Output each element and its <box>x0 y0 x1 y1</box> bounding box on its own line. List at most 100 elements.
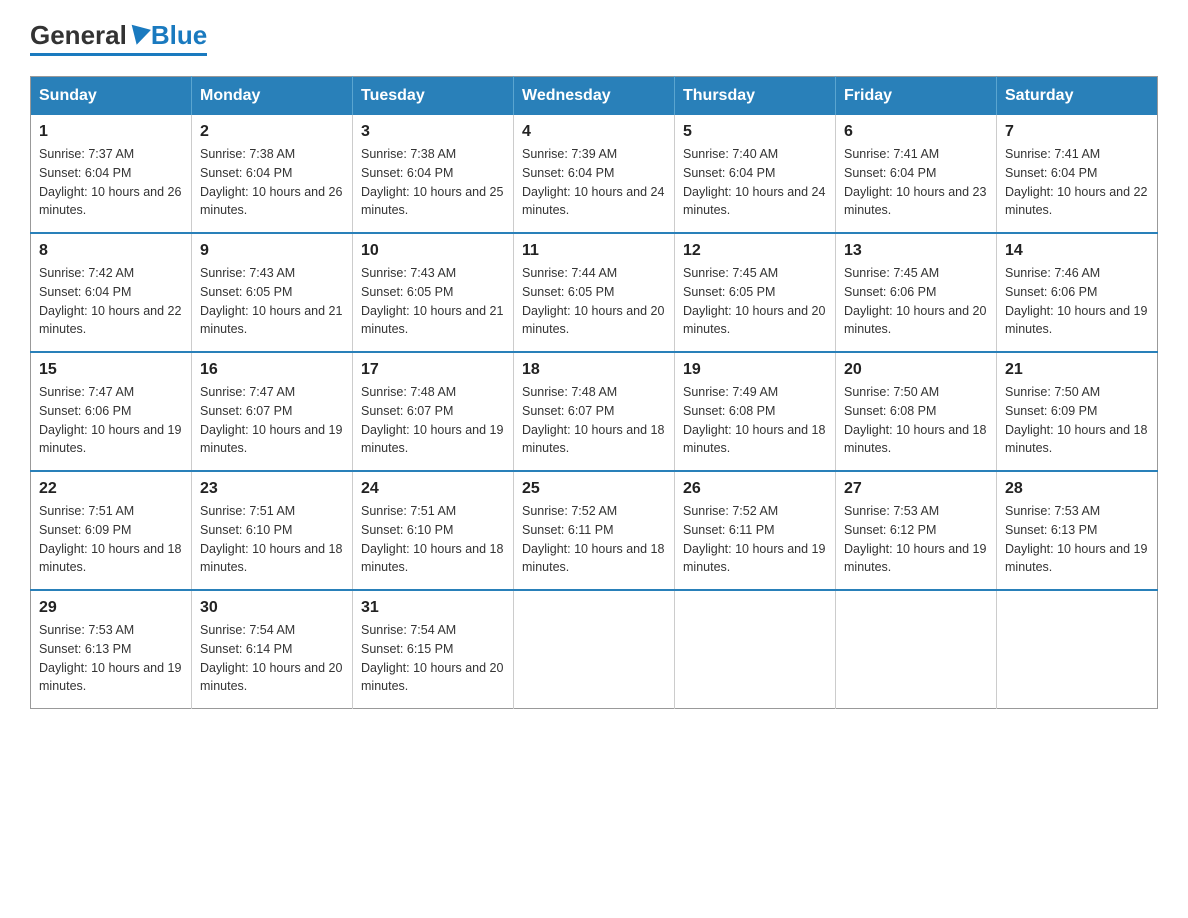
calendar-cell: 5 Sunrise: 7:40 AM Sunset: 6:04 PM Dayli… <box>675 115 836 233</box>
calendar-cell: 31 Sunrise: 7:54 AM Sunset: 6:15 PM Dayl… <box>353 590 514 709</box>
calendar-cell: 3 Sunrise: 7:38 AM Sunset: 6:04 PM Dayli… <box>353 115 514 233</box>
day-number: 2 <box>200 123 344 141</box>
day-number: 31 <box>361 599 505 617</box>
day-number: 8 <box>39 242 183 260</box>
weekday-header-tuesday: Tuesday <box>353 77 514 116</box>
day-info: Sunrise: 7:49 AM Sunset: 6:08 PM Dayligh… <box>683 383 827 458</box>
day-info: Sunrise: 7:47 AM Sunset: 6:06 PM Dayligh… <box>39 383 183 458</box>
day-number: 18 <box>522 361 666 379</box>
day-number: 15 <box>39 361 183 379</box>
calendar-cell <box>514 590 675 709</box>
day-info: Sunrise: 7:43 AM Sunset: 6:05 PM Dayligh… <box>361 264 505 339</box>
day-info: Sunrise: 7:53 AM Sunset: 6:13 PM Dayligh… <box>39 621 183 696</box>
day-number: 9 <box>200 242 344 260</box>
calendar-cell: 20 Sunrise: 7:50 AM Sunset: 6:08 PM Dayl… <box>836 352 997 471</box>
calendar-cell: 27 Sunrise: 7:53 AM Sunset: 6:12 PM Dayl… <box>836 471 997 590</box>
day-number: 3 <box>361 123 505 141</box>
calendar-cell: 26 Sunrise: 7:52 AM Sunset: 6:11 PM Dayl… <box>675 471 836 590</box>
day-info: Sunrise: 7:52 AM Sunset: 6:11 PM Dayligh… <box>683 502 827 577</box>
weekday-header-thursday: Thursday <box>675 77 836 116</box>
day-info: Sunrise: 7:50 AM Sunset: 6:09 PM Dayligh… <box>1005 383 1149 458</box>
day-info: Sunrise: 7:42 AM Sunset: 6:04 PM Dayligh… <box>39 264 183 339</box>
day-info: Sunrise: 7:46 AM Sunset: 6:06 PM Dayligh… <box>1005 264 1149 339</box>
day-info: Sunrise: 7:43 AM Sunset: 6:05 PM Dayligh… <box>200 264 344 339</box>
logo: General Blue <box>30 20 207 56</box>
day-info: Sunrise: 7:51 AM Sunset: 6:10 PM Dayligh… <box>200 502 344 577</box>
day-info: Sunrise: 7:45 AM Sunset: 6:06 PM Dayligh… <box>844 264 988 339</box>
day-info: Sunrise: 7:48 AM Sunset: 6:07 PM Dayligh… <box>361 383 505 458</box>
day-number: 13 <box>844 242 988 260</box>
day-info: Sunrise: 7:39 AM Sunset: 6:04 PM Dayligh… <box>522 145 666 220</box>
calendar-week-row: 29 Sunrise: 7:53 AM Sunset: 6:13 PM Dayl… <box>31 590 1158 709</box>
day-number: 17 <box>361 361 505 379</box>
calendar-cell: 2 Sunrise: 7:38 AM Sunset: 6:04 PM Dayli… <box>192 115 353 233</box>
day-number: 29 <box>39 599 183 617</box>
calendar-cell: 18 Sunrise: 7:48 AM Sunset: 6:07 PM Dayl… <box>514 352 675 471</box>
day-info: Sunrise: 7:53 AM Sunset: 6:12 PM Dayligh… <box>844 502 988 577</box>
logo-underline <box>30 53 207 56</box>
logo-triangle-icon <box>127 24 151 47</box>
calendar-week-row: 15 Sunrise: 7:47 AM Sunset: 6:06 PM Dayl… <box>31 352 1158 471</box>
day-info: Sunrise: 7:44 AM Sunset: 6:05 PM Dayligh… <box>522 264 666 339</box>
calendar-cell: 28 Sunrise: 7:53 AM Sunset: 6:13 PM Dayl… <box>997 471 1158 590</box>
calendar-cell: 15 Sunrise: 7:47 AM Sunset: 6:06 PM Dayl… <box>31 352 192 471</box>
day-number: 12 <box>683 242 827 260</box>
weekday-header-saturday: Saturday <box>997 77 1158 116</box>
day-number: 20 <box>844 361 988 379</box>
day-number: 22 <box>39 480 183 498</box>
day-number: 10 <box>361 242 505 260</box>
calendar-cell: 13 Sunrise: 7:45 AM Sunset: 6:06 PM Dayl… <box>836 233 997 352</box>
day-info: Sunrise: 7:41 AM Sunset: 6:04 PM Dayligh… <box>1005 145 1149 220</box>
day-number: 6 <box>844 123 988 141</box>
day-info: Sunrise: 7:48 AM Sunset: 6:07 PM Dayligh… <box>522 383 666 458</box>
day-info: Sunrise: 7:54 AM Sunset: 6:14 PM Dayligh… <box>200 621 344 696</box>
day-number: 23 <box>200 480 344 498</box>
calendar-cell: 17 Sunrise: 7:48 AM Sunset: 6:07 PM Dayl… <box>353 352 514 471</box>
day-number: 16 <box>200 361 344 379</box>
day-number: 7 <box>1005 123 1149 141</box>
day-info: Sunrise: 7:53 AM Sunset: 6:13 PM Dayligh… <box>1005 502 1149 577</box>
calendar-week-row: 1 Sunrise: 7:37 AM Sunset: 6:04 PM Dayli… <box>31 115 1158 233</box>
calendar-cell <box>675 590 836 709</box>
day-number: 28 <box>1005 480 1149 498</box>
day-number: 25 <box>522 480 666 498</box>
day-number: 11 <box>522 242 666 260</box>
calendar-cell: 7 Sunrise: 7:41 AM Sunset: 6:04 PM Dayli… <box>997 115 1158 233</box>
day-number: 1 <box>39 123 183 141</box>
day-number: 26 <box>683 480 827 498</box>
calendar-cell: 23 Sunrise: 7:51 AM Sunset: 6:10 PM Dayl… <box>192 471 353 590</box>
day-number: 30 <box>200 599 344 617</box>
day-info: Sunrise: 7:52 AM Sunset: 6:11 PM Dayligh… <box>522 502 666 577</box>
calendar-cell: 22 Sunrise: 7:51 AM Sunset: 6:09 PM Dayl… <box>31 471 192 590</box>
calendar-cell: 14 Sunrise: 7:46 AM Sunset: 6:06 PM Dayl… <box>997 233 1158 352</box>
day-number: 14 <box>1005 242 1149 260</box>
day-number: 21 <box>1005 361 1149 379</box>
day-number: 27 <box>844 480 988 498</box>
calendar-table: SundayMondayTuesdayWednesdayThursdayFrid… <box>30 76 1158 709</box>
weekday-header-friday: Friday <box>836 77 997 116</box>
calendar-week-row: 22 Sunrise: 7:51 AM Sunset: 6:09 PM Dayl… <box>31 471 1158 590</box>
day-info: Sunrise: 7:45 AM Sunset: 6:05 PM Dayligh… <box>683 264 827 339</box>
logo-blue-text: Blue <box>151 20 207 51</box>
calendar-cell: 1 Sunrise: 7:37 AM Sunset: 6:04 PM Dayli… <box>31 115 192 233</box>
calendar-cell: 12 Sunrise: 7:45 AM Sunset: 6:05 PM Dayl… <box>675 233 836 352</box>
day-info: Sunrise: 7:51 AM Sunset: 6:10 PM Dayligh… <box>361 502 505 577</box>
day-number: 24 <box>361 480 505 498</box>
day-info: Sunrise: 7:51 AM Sunset: 6:09 PM Dayligh… <box>39 502 183 577</box>
day-info: Sunrise: 7:47 AM Sunset: 6:07 PM Dayligh… <box>200 383 344 458</box>
calendar-cell: 24 Sunrise: 7:51 AM Sunset: 6:10 PM Dayl… <box>353 471 514 590</box>
page-header: General Blue <box>30 20 1158 56</box>
calendar-cell: 25 Sunrise: 7:52 AM Sunset: 6:11 PM Dayl… <box>514 471 675 590</box>
calendar-cell: 21 Sunrise: 7:50 AM Sunset: 6:09 PM Dayl… <box>997 352 1158 471</box>
calendar-cell: 9 Sunrise: 7:43 AM Sunset: 6:05 PM Dayli… <box>192 233 353 352</box>
calendar-cell: 6 Sunrise: 7:41 AM Sunset: 6:04 PM Dayli… <box>836 115 997 233</box>
calendar-cell: 30 Sunrise: 7:54 AM Sunset: 6:14 PM Dayl… <box>192 590 353 709</box>
calendar-week-row: 8 Sunrise: 7:42 AM Sunset: 6:04 PM Dayli… <box>31 233 1158 352</box>
weekday-header-sunday: Sunday <box>31 77 192 116</box>
day-info: Sunrise: 7:38 AM Sunset: 6:04 PM Dayligh… <box>200 145 344 220</box>
calendar-cell <box>997 590 1158 709</box>
day-number: 19 <box>683 361 827 379</box>
logo-general-text: General <box>30 20 127 51</box>
calendar-cell: 11 Sunrise: 7:44 AM Sunset: 6:05 PM Dayl… <box>514 233 675 352</box>
day-info: Sunrise: 7:37 AM Sunset: 6:04 PM Dayligh… <box>39 145 183 220</box>
